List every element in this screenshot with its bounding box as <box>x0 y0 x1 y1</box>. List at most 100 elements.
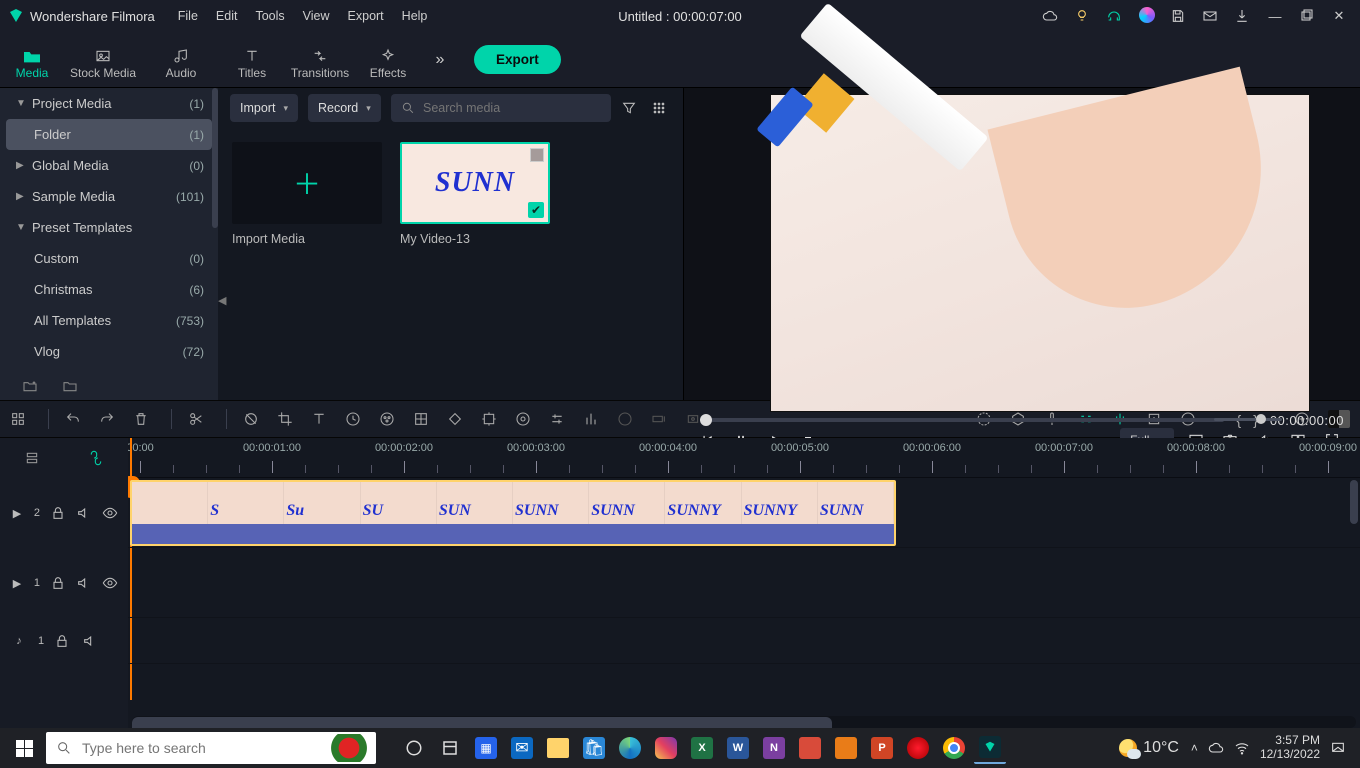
taskbar-app-store[interactable]: 🛍 <box>578 732 610 764</box>
preview-progress-slider[interactable] <box>700 418 1224 422</box>
export-button[interactable]: Export <box>474 45 561 74</box>
delete-button[interactable] <box>133 411 155 427</box>
tab-media[interactable]: Media <box>0 40 64 80</box>
task-view-button[interactable] <box>398 732 430 764</box>
taskbar-app-chrome[interactable] <box>938 732 970 764</box>
grid-view-icon[interactable] <box>651 100 671 116</box>
tray-chevron-icon[interactable]: ˄ <box>1191 741 1198 755</box>
cloud-icon[interactable] <box>1042 8 1060 24</box>
tab-transitions[interactable]: Transitions <box>284 40 356 80</box>
sidebar-item-project-media[interactable]: ▼Project Media (1) <box>0 88 218 119</box>
tab-effects[interactable]: Effects <box>356 40 420 80</box>
menu-help[interactable]: Help <box>393 9 437 23</box>
tabs-overflow-button[interactable]: » <box>420 32 460 87</box>
tray-onedrive-icon[interactable] <box>1208 740 1224 756</box>
folder-open-icon[interactable] <box>62 378 78 394</box>
taskbar-app-excel[interactable]: X <box>686 732 718 764</box>
taskbar-search[interactable] <box>46 732 376 764</box>
track-video-2[interactable]: ▶My Video-13 SSuSUSUNSUNNSUNNSUNNYSUNNYS… <box>128 478 1360 548</box>
taskbar-app-opera[interactable] <box>902 732 934 764</box>
sidebar-item-custom[interactable]: Custom (0) <box>0 243 218 274</box>
audio-mixer-icon[interactable] <box>583 411 605 427</box>
taskbar-app-edge[interactable] <box>614 732 646 764</box>
lightbulb-icon[interactable] <box>1074 8 1092 24</box>
grid-tool-icon[interactable] <box>413 411 435 427</box>
menu-export[interactable]: Export <box>339 9 393 23</box>
timeline-v-scrollbar[interactable] <box>1350 480 1358 524</box>
redo-button[interactable] <box>99 411 121 427</box>
taskbar-app-filmora[interactable] <box>974 732 1006 764</box>
menu-view[interactable]: View <box>294 9 339 23</box>
tracking-icon[interactable] <box>481 411 503 427</box>
tray-wifi-icon[interactable] <box>1234 740 1250 756</box>
color-button[interactable] <box>379 411 401 427</box>
preview-viewport[interactable] <box>770 94 1310 412</box>
timeline-arrange-icon[interactable] <box>24 450 40 466</box>
mute-icon[interactable] <box>82 633 100 649</box>
detach-audio-icon[interactable] <box>651 411 673 427</box>
avatar-icon[interactable] <box>1138 7 1156 26</box>
mute-icon[interactable] <box>76 505 92 521</box>
marker-icon[interactable] <box>243 411 265 427</box>
start-button[interactable] <box>6 732 42 764</box>
headphones-icon[interactable] <box>1106 8 1124 24</box>
search-media-input[interactable] <box>423 101 601 115</box>
sidebar-collapse-handle[interactable]: ◀ <box>218 294 226 307</box>
import-dropdown[interactable]: Import▾ <box>230 94 298 122</box>
tray-notifications-icon[interactable] <box>1330 740 1346 756</box>
track-head-video-1[interactable]: ▶1 <box>0 548 128 618</box>
sidebar-item-preset-templates[interactable]: ▼Preset Templates <box>0 212 218 243</box>
timeline-h-scrollbar[interactable] <box>132 716 1356 728</box>
taskbar-app-1[interactable] <box>434 732 466 764</box>
chroma-key-icon[interactable] <box>617 411 639 427</box>
window-minimize[interactable]: — <box>1266 9 1284 24</box>
taskbar-app-explorer[interactable] <box>542 732 574 764</box>
sidebar-item-folder[interactable]: Folder (1) <box>6 119 212 150</box>
download-icon[interactable] <box>1234 8 1252 24</box>
timeline-link-icon[interactable] <box>88 450 104 466</box>
save-icon[interactable] <box>1170 8 1188 24</box>
mask-icon[interactable] <box>515 411 537 427</box>
sidebar-item-vlog[interactable]: Vlog (72) <box>0 336 218 367</box>
undo-button[interactable] <box>65 411 87 427</box>
lock-icon[interactable] <box>50 505 66 521</box>
sidebar-item-sample-media[interactable]: ▶Sample Media (101) <box>0 181 218 212</box>
window-maximize[interactable] <box>1298 8 1316 24</box>
sidebar-item-christmas[interactable]: Christmas (6) <box>0 274 218 305</box>
taskbar-app-onenote[interactable]: N <box>758 732 790 764</box>
track-audio-1[interactable] <box>128 618 1360 664</box>
adjust-icon[interactable] <box>549 411 571 427</box>
sidebar-item-all-templates[interactable]: All Templates (753) <box>0 305 218 336</box>
zoom-slider[interactable] <box>1214 418 1282 421</box>
select-tool-icon[interactable] <box>10 411 32 427</box>
speed-button[interactable] <box>345 411 367 427</box>
taskbar-weather[interactable]: 10°C <box>1119 739 1179 757</box>
menu-tools[interactable]: Tools <box>246 9 293 23</box>
track-video-1[interactable] <box>128 548 1360 618</box>
taskbar-clock[interactable]: 3:57 PM 12/13/2022 <box>1260 734 1320 762</box>
text-tool-icon[interactable] <box>311 411 333 427</box>
sidebar-scrollbar[interactable] <box>212 88 218 228</box>
media-clip-card[interactable]: SUNN ✔ My Video-13 <box>400 142 550 246</box>
taskbar-app-instagram[interactable] <box>650 732 682 764</box>
tab-stock-media[interactable]: Stock Media <box>64 40 142 80</box>
lock-icon[interactable] <box>54 633 72 649</box>
lock-icon[interactable] <box>50 575 66 591</box>
search-media[interactable] <box>391 94 611 122</box>
mail-icon[interactable] <box>1202 8 1220 24</box>
tab-audio[interactable]: Audio <box>142 40 220 80</box>
taskbar-app-pdf[interactable] <box>794 732 826 764</box>
track-head-video-2[interactable]: ▶2 <box>0 478 128 548</box>
tab-titles[interactable]: Titles <box>220 40 284 80</box>
crop-button[interactable] <box>277 411 299 427</box>
taskbar-app-widgets[interactable]: ▦ <box>470 732 502 764</box>
split-button[interactable] <box>188 411 210 427</box>
import-media-card[interactable]: ＋ Import Media <box>232 142 382 246</box>
timeline-ruler[interactable]: 00:0000:00:01:0000:00:02:0000:00:03:0000… <box>128 438 1360 478</box>
taskbar-app-word[interactable]: W <box>722 732 754 764</box>
filter-icon[interactable] <box>621 100 641 116</box>
keyframe-icon[interactable] <box>447 411 469 427</box>
taskbar-app-mail[interactable]: ✉ <box>506 732 538 764</box>
record-dropdown[interactable]: Record▾ <box>308 94 381 122</box>
track-head-audio-1[interactable]: ♪1 <box>0 618 128 664</box>
